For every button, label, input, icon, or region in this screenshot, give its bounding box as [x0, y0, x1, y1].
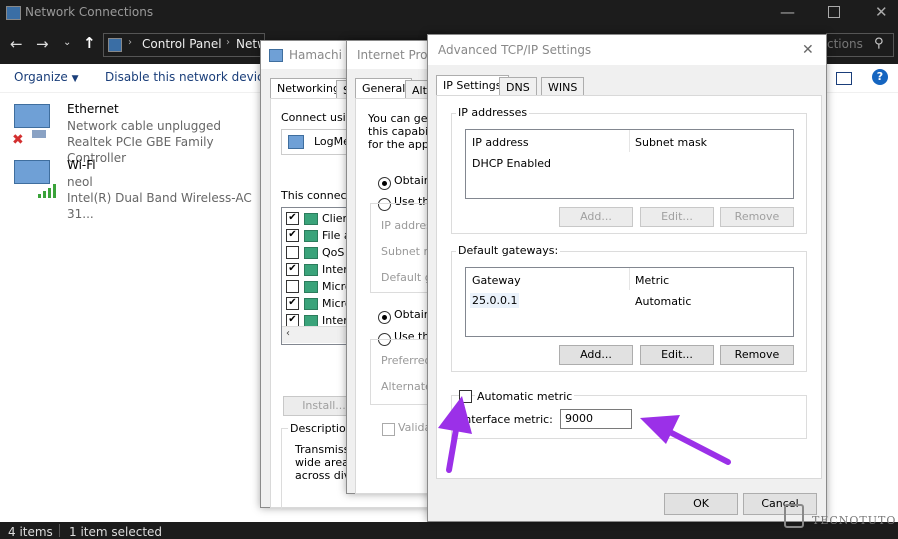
arrow-to-metric-icon: [640, 415, 731, 465]
watermark-logo-icon: [784, 504, 804, 528]
watermark: TECNOTUTO: [778, 500, 896, 536]
arrow-to-checkbox-icon: [438, 396, 472, 473]
annotation-arrows: [438, 396, 731, 473]
watermark-text: TECNOTUTO: [812, 514, 897, 527]
